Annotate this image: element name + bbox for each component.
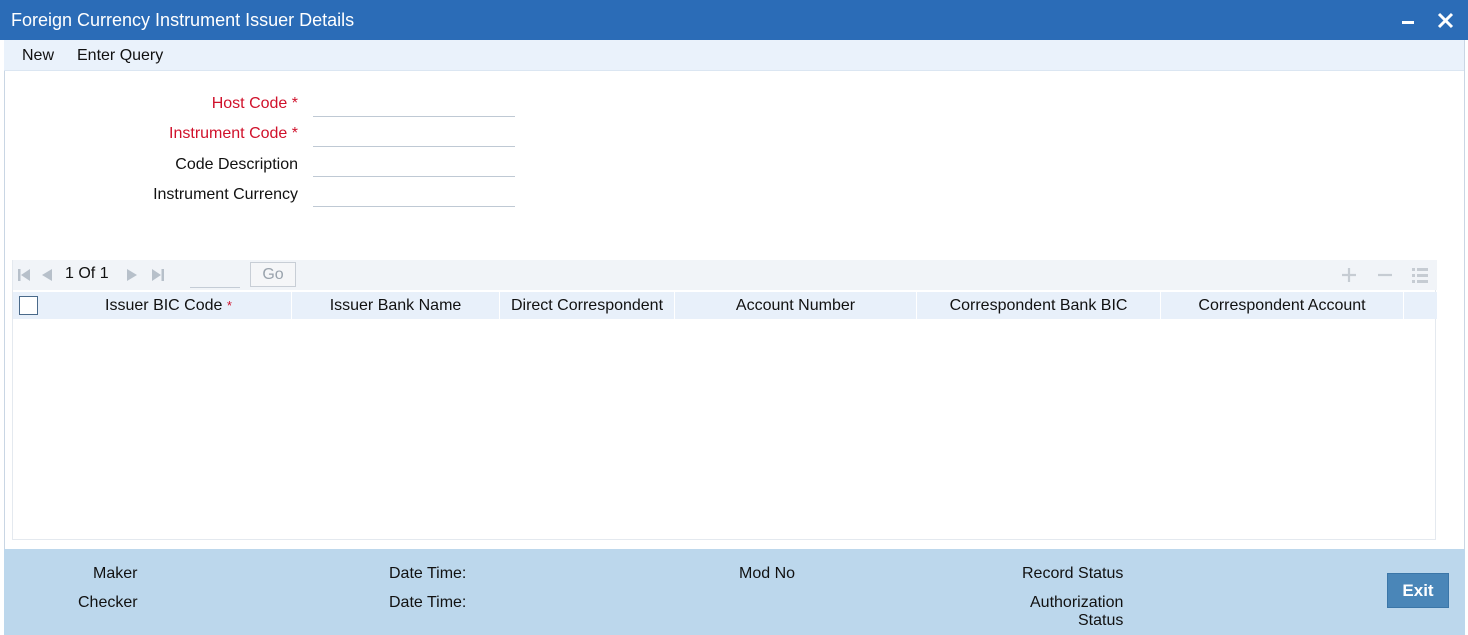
right-border [1464,40,1465,549]
go-button[interactable]: Go [250,262,296,287]
column-header-direct-correspondent: Direct Correspondent [500,292,675,319]
host-code-label: Host Code * [211,95,298,112]
column-header-issuer-bic-code: Issuer BIC Code * [46,292,292,319]
page-number-input[interactable] [190,264,240,288]
maker-date-time-label: Date Time: [389,565,467,582]
host-code-input[interactable] [313,95,515,117]
checker-label: Checker [78,594,138,611]
delete-row-icon[interactable] [1377,266,1393,289]
authorization-status-label-line2: Status [1078,612,1124,629]
last-page-icon[interactable] [151,266,165,289]
first-page-icon[interactable] [17,266,31,289]
checker-date-time-label: Date Time: [389,594,467,611]
grid-toolbar: 1 Of 1 Go [13,260,1437,290]
menu-bar: New Enter Query [4,40,1465,71]
minimize-icon[interactable] [1401,8,1417,30]
menu-item-new[interactable]: New [22,47,54,65]
column-header-issuer-bank-name: Issuer Bank Name [292,292,500,319]
column-header-account-number: Account Number [675,292,917,319]
grid-header: Issuer BIC Code * Issuer Bank Name Direc… [13,292,1437,319]
authorization-status-label: Authorization [1030,594,1124,611]
instrument-code-label: Instrument Code * [169,125,298,142]
window-title: Foreign Currency Instrument Issuer Detai… [11,10,355,30]
column-header-correspondent-bank-bic: Correspondent Bank BIC [917,292,1161,319]
issuer-grid: 1 Of 1 Go Issuer BIC Code * Issuer Bank … [12,260,1437,540]
instrument-code-input[interactable] [313,125,515,147]
code-description-input[interactable] [313,155,515,177]
audit-footer: Maker Checker Date Time: Date Time: Mod … [4,549,1465,635]
menu-item-enter-query[interactable]: Enter Query [77,47,163,65]
select-all-checkbox[interactable] [19,296,38,315]
next-page-icon[interactable] [126,266,140,289]
maker-label: Maker [93,565,138,582]
mod-no-label: Mod No [739,565,796,582]
page-info: 1 Of 1 [65,265,109,282]
instrument-currency-label: Instrument Currency [153,186,298,203]
column-header-correspondent-account: Correspondent Account [1161,292,1404,319]
record-status-label: Record Status [1022,565,1124,582]
exit-button[interactable]: Exit [1387,573,1449,608]
close-icon[interactable] [1435,7,1457,33]
window-titlebar: Foreign Currency Instrument Issuer Detai… [0,0,1468,40]
add-row-icon[interactable] [1341,266,1357,289]
previous-page-icon[interactable] [39,266,53,289]
code-description-label: Code Description [175,156,298,173]
instrument-currency-input[interactable] [313,185,515,207]
single-view-icon[interactable] [1411,266,1429,289]
